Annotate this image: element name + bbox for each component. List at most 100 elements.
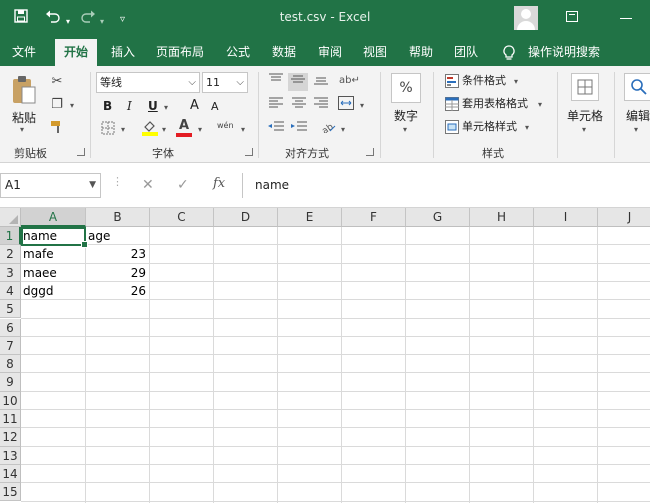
row-header-11[interactable]: 11 bbox=[0, 410, 21, 429]
align-left-icon[interactable] bbox=[267, 97, 285, 114]
tab-view[interactable]: 视图 bbox=[355, 39, 395, 66]
cell-styles-icon[interactable] bbox=[444, 120, 460, 139]
tab-formulas[interactable]: 公式 bbox=[218, 39, 258, 66]
row-header-2[interactable]: 2 bbox=[0, 245, 21, 264]
alignment-launcher-icon[interactable] bbox=[366, 148, 374, 156]
minimize-icon[interactable] bbox=[620, 18, 632, 19]
align-middle-icon[interactable] bbox=[288, 73, 308, 91]
row-header-9[interactable]: 9 bbox=[0, 373, 21, 392]
borders-icon[interactable] bbox=[100, 121, 116, 140]
font-color-dropdown-icon[interactable]: ▾ bbox=[198, 125, 202, 134]
paste-icon[interactable] bbox=[10, 74, 38, 106]
number-format-icon[interactable]: % bbox=[391, 73, 421, 103]
drag-handle-icon[interactable]: ⋮ bbox=[112, 175, 123, 188]
paste-label[interactable]: 粘贴 bbox=[10, 109, 38, 126]
font-name-select[interactable]: 等线 ⌵ bbox=[96, 72, 200, 93]
row-header-13[interactable]: 13 bbox=[0, 446, 21, 465]
insert-function-button[interactable]: fx bbox=[213, 176, 225, 191]
number-dropdown-icon[interactable]: ▾ bbox=[403, 125, 407, 134]
font-size-select[interactable]: 11 ⌵ bbox=[202, 72, 248, 93]
tab-insert[interactable]: 插入 bbox=[104, 39, 142, 66]
search-icon[interactable] bbox=[624, 73, 650, 101]
editing-label[interactable]: 编辑 bbox=[626, 107, 650, 124]
fill-color-icon[interactable] bbox=[141, 119, 159, 141]
align-center-icon[interactable] bbox=[290, 97, 308, 114]
ribbon-display-options-icon[interactable] bbox=[566, 11, 578, 22]
account-avatar[interactable] bbox=[514, 6, 538, 30]
underline-dropdown-icon[interactable]: ▾ bbox=[164, 103, 168, 112]
cell-b3[interactable]: 29 bbox=[86, 264, 149, 282]
row-header-14[interactable]: 14 bbox=[0, 464, 21, 484]
copy-icon[interactable]: ❐ bbox=[48, 97, 66, 113]
cancel-icon[interactable]: ✕ bbox=[142, 177, 154, 193]
format-as-table-button[interactable]: 套用表格格式 bbox=[462, 96, 528, 112]
format-as-table-icon[interactable] bbox=[444, 97, 460, 116]
italic-button[interactable]: I bbox=[127, 98, 132, 114]
merge-center-icon[interactable] bbox=[337, 96, 355, 115]
row-header-5[interactable]: 5 bbox=[0, 300, 21, 319]
select-all-button[interactable] bbox=[0, 208, 21, 227]
column-header-j[interactable]: J bbox=[598, 208, 650, 227]
column-header-e[interactable]: E bbox=[278, 208, 342, 227]
cell-b2[interactable]: 23 bbox=[86, 245, 149, 263]
decrease-font-button[interactable]: A bbox=[211, 99, 219, 115]
align-right-icon[interactable] bbox=[312, 97, 330, 114]
column-header-g[interactable]: G bbox=[406, 208, 470, 227]
cell-b1[interactable]: age bbox=[86, 227, 149, 245]
phonetic-button[interactable]: wén bbox=[217, 118, 234, 134]
cells-icon[interactable] bbox=[571, 73, 599, 101]
underline-button[interactable]: U bbox=[148, 98, 158, 114]
row-header-1[interactable]: 1 bbox=[0, 227, 21, 246]
column-header-i[interactable]: I bbox=[534, 208, 598, 227]
decrease-indent-icon[interactable] bbox=[266, 121, 286, 138]
tab-help[interactable]: 帮助 bbox=[401, 39, 441, 66]
cell-a4[interactable]: dggd bbox=[21, 282, 85, 300]
row-header-12[interactable]: 12 bbox=[0, 428, 21, 447]
row-header-10[interactable]: 10 bbox=[0, 391, 21, 410]
format-painter-icon[interactable] bbox=[48, 120, 66, 139]
increase-font-button[interactable]: A bbox=[190, 98, 199, 114]
row-header-7[interactable]: 7 bbox=[0, 336, 21, 356]
conditional-format-button[interactable]: 条件格式 bbox=[462, 73, 506, 89]
tab-data[interactable]: 数据 bbox=[264, 39, 304, 66]
column-header-d[interactable]: D bbox=[214, 208, 278, 227]
orientation-icon[interactable]: ab bbox=[318, 119, 338, 137]
cell-styles-button[interactable]: 单元格样式 bbox=[462, 119, 517, 135]
paste-dropdown-icon[interactable]: ▾ bbox=[20, 125, 24, 134]
borders-dropdown-icon[interactable]: ▾ bbox=[121, 125, 125, 134]
tab-home[interactable]: 开始 bbox=[55, 39, 97, 66]
bold-button[interactable]: B bbox=[103, 98, 112, 114]
row-header-4[interactable]: 4 bbox=[0, 281, 21, 301]
font-launcher-icon[interactable] bbox=[245, 148, 253, 156]
tab-review[interactable]: 审阅 bbox=[310, 39, 350, 66]
column-header-h[interactable]: H bbox=[470, 208, 534, 227]
row-header-8[interactable]: 8 bbox=[0, 355, 21, 374]
tab-file[interactable]: 文件 bbox=[4, 39, 44, 66]
wrap-text-icon[interactable]: ab↵ bbox=[339, 73, 360, 89]
name-box[interactable]: A1 ▼ bbox=[0, 173, 101, 198]
orientation-dropdown-icon[interactable]: ▾ bbox=[341, 125, 345, 134]
cell-b4[interactable]: 26 bbox=[86, 282, 149, 300]
cut-icon[interactable]: ✂ bbox=[48, 74, 66, 90]
cell-a3[interactable]: maee bbox=[21, 264, 85, 282]
phonetic-dropdown-icon[interactable]: ▾ bbox=[241, 125, 245, 134]
cells-dropdown-icon[interactable]: ▾ bbox=[582, 125, 586, 134]
conditional-format-icon[interactable] bbox=[444, 74, 460, 93]
font-color-icon[interactable]: A bbox=[175, 118, 193, 134]
editing-dropdown-icon[interactable]: ▾ bbox=[634, 125, 638, 134]
fill-color-dropdown-icon[interactable]: ▾ bbox=[162, 125, 166, 134]
worksheet-grid[interactable]: A B C D E F G H I J 1 2 3 4 5 6 7 8 9 10 11 12 13 14 15 name age ma… bbox=[0, 208, 650, 503]
increase-indent-icon[interactable] bbox=[289, 121, 309, 138]
clipboard-launcher-icon[interactable] bbox=[77, 148, 85, 156]
row-header-3[interactable]: 3 bbox=[0, 263, 21, 282]
cell-styles-dropdown-icon[interactable]: ▾ bbox=[525, 123, 529, 132]
formula-input[interactable]: name bbox=[242, 173, 650, 198]
conditional-format-dropdown-icon[interactable]: ▾ bbox=[514, 77, 518, 86]
copy-dropdown-icon[interactable]: ▾ bbox=[70, 101, 74, 110]
active-cell-selection[interactable] bbox=[21, 227, 88, 248]
row-header-15[interactable]: 15 bbox=[0, 483, 21, 502]
column-header-a[interactable]: A bbox=[21, 208, 86, 227]
row-header-6[interactable]: 6 bbox=[0, 318, 21, 337]
column-header-f[interactable]: F bbox=[342, 208, 406, 227]
tell-me-search[interactable]: 操作说明搜索 bbox=[528, 39, 608, 66]
